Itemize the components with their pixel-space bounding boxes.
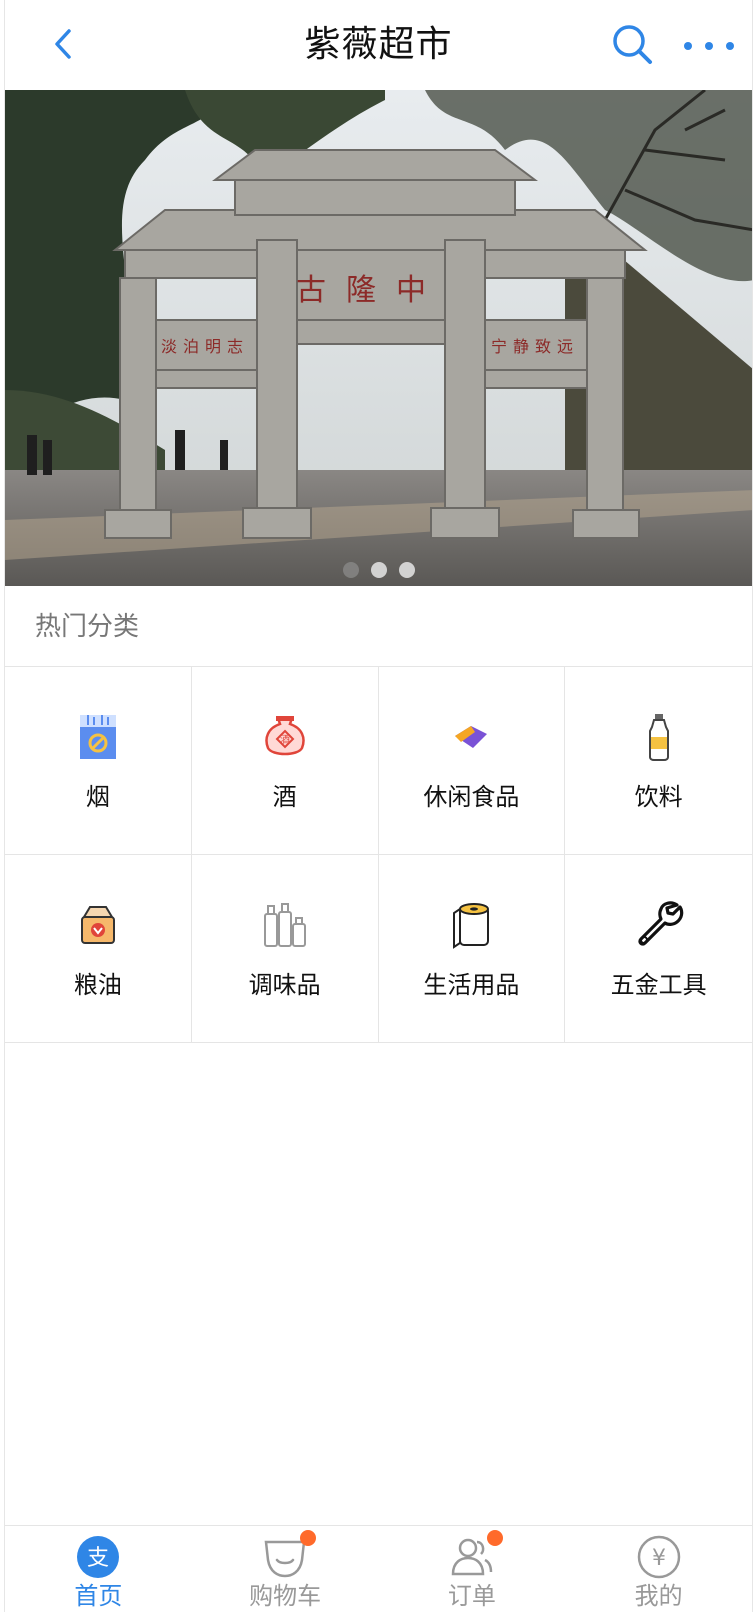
carousel-dot[interactable] — [398, 562, 415, 578]
tab-orders[interactable]: 订单 — [379, 1526, 566, 1612]
category-label: 酒 — [272, 783, 297, 811]
wrench-icon — [631, 897, 687, 953]
svg-text:宁静致远: 宁静致远 — [491, 337, 579, 356]
cigarette-pack-icon — [70, 709, 126, 765]
header-bar: 紫薇超市 — [5, 0, 752, 90]
carousel-dot[interactable] — [342, 562, 359, 578]
category-label: 五金工具 — [610, 971, 707, 999]
category-label: 粮油 — [73, 971, 122, 999]
cart-icon — [262, 1530, 317, 1580]
search-button[interactable] — [610, 22, 656, 68]
category-item-grain-oil[interactable]: 粮油 — [5, 855, 192, 1043]
more-button[interactable] — [684, 26, 734, 66]
svg-text:¥: ¥ — [652, 1546, 666, 1571]
category-item-cigarettes[interactable]: 烟 — [5, 667, 192, 855]
svg-text:支: 支 — [87, 1546, 109, 1571]
category-label: 烟 — [85, 783, 110, 811]
snack-bag-icon — [443, 709, 499, 765]
more-dot — [726, 42, 734, 50]
grain-sack-icon — [70, 897, 126, 953]
section-title: 热门分类 — [35, 612, 140, 642]
carousel-dot[interactable] — [370, 562, 387, 578]
drink-bottle-icon — [631, 709, 687, 765]
svg-text:古隆中: 古隆中 — [296, 273, 446, 308]
orders-badge — [486, 1530, 503, 1546]
tab-cart[interactable]: 购物车 — [192, 1526, 379, 1612]
category-item-snacks[interactable]: 休闲食品 — [378, 667, 566, 855]
search-icon — [613, 25, 652, 64]
category-item-hardware-tools[interactable]: 五金工具 — [565, 855, 752, 1043]
liquor-jar-icon: 酒 — [257, 709, 313, 765]
svg-text:酒: 酒 — [280, 734, 290, 746]
paper-roll-icon — [443, 897, 499, 953]
category-item-drinks[interactable]: 饮料 — [565, 667, 752, 855]
category-item-liquor[interactable]: 酒 酒 — [191, 667, 379, 855]
svg-text:淡泊明志: 淡泊明志 — [161, 337, 249, 356]
orders-icon — [449, 1530, 503, 1580]
tab-label: 我的 — [634, 1582, 683, 1610]
category-item-daily-goods[interactable]: 生活用品 — [378, 855, 566, 1043]
yuan-icon: ¥ — [636, 1534, 682, 1580]
condiment-bottles-icon — [257, 897, 313, 953]
category-label: 生活用品 — [423, 971, 520, 999]
more-dot — [705, 42, 713, 50]
carousel-indicators — [5, 562, 752, 578]
category-label: 调味品 — [248, 971, 321, 999]
app-frame: 紫薇超市 古隆中 淡泊明志 宁静致远 热门分类 烟 酒 酒 休闲食品 饮料 粮油… — [4, 0, 753, 1612]
tab-home[interactable]: 支 首页 — [5, 1526, 192, 1612]
category-label: 休闲食品 — [423, 783, 520, 811]
bottom-tab-bar: 支 首页 购物车 订单 ¥ 我的 — [5, 1525, 752, 1612]
banner-image: 古隆中 淡泊明志 宁静致远 — [5, 90, 752, 586]
tab-label: 首页 — [74, 1582, 123, 1610]
category-grid: 烟 酒 酒 休闲食品 饮料 粮油 调味品 生活用品 五金工具 — [5, 666, 752, 1043]
category-label: 饮料 — [634, 783, 683, 811]
banner-carousel[interactable]: 古隆中 淡泊明志 宁静致远 — [5, 90, 752, 586]
alipay-home-icon: 支 — [75, 1534, 121, 1580]
cart-badge — [300, 1530, 317, 1546]
tab-label: 购物车 — [249, 1582, 322, 1610]
tab-me[interactable]: ¥ 我的 — [565, 1526, 752, 1612]
more-dot — [684, 42, 692, 50]
category-item-condiments[interactable]: 调味品 — [191, 855, 379, 1043]
tab-label: 订单 — [447, 1582, 496, 1610]
